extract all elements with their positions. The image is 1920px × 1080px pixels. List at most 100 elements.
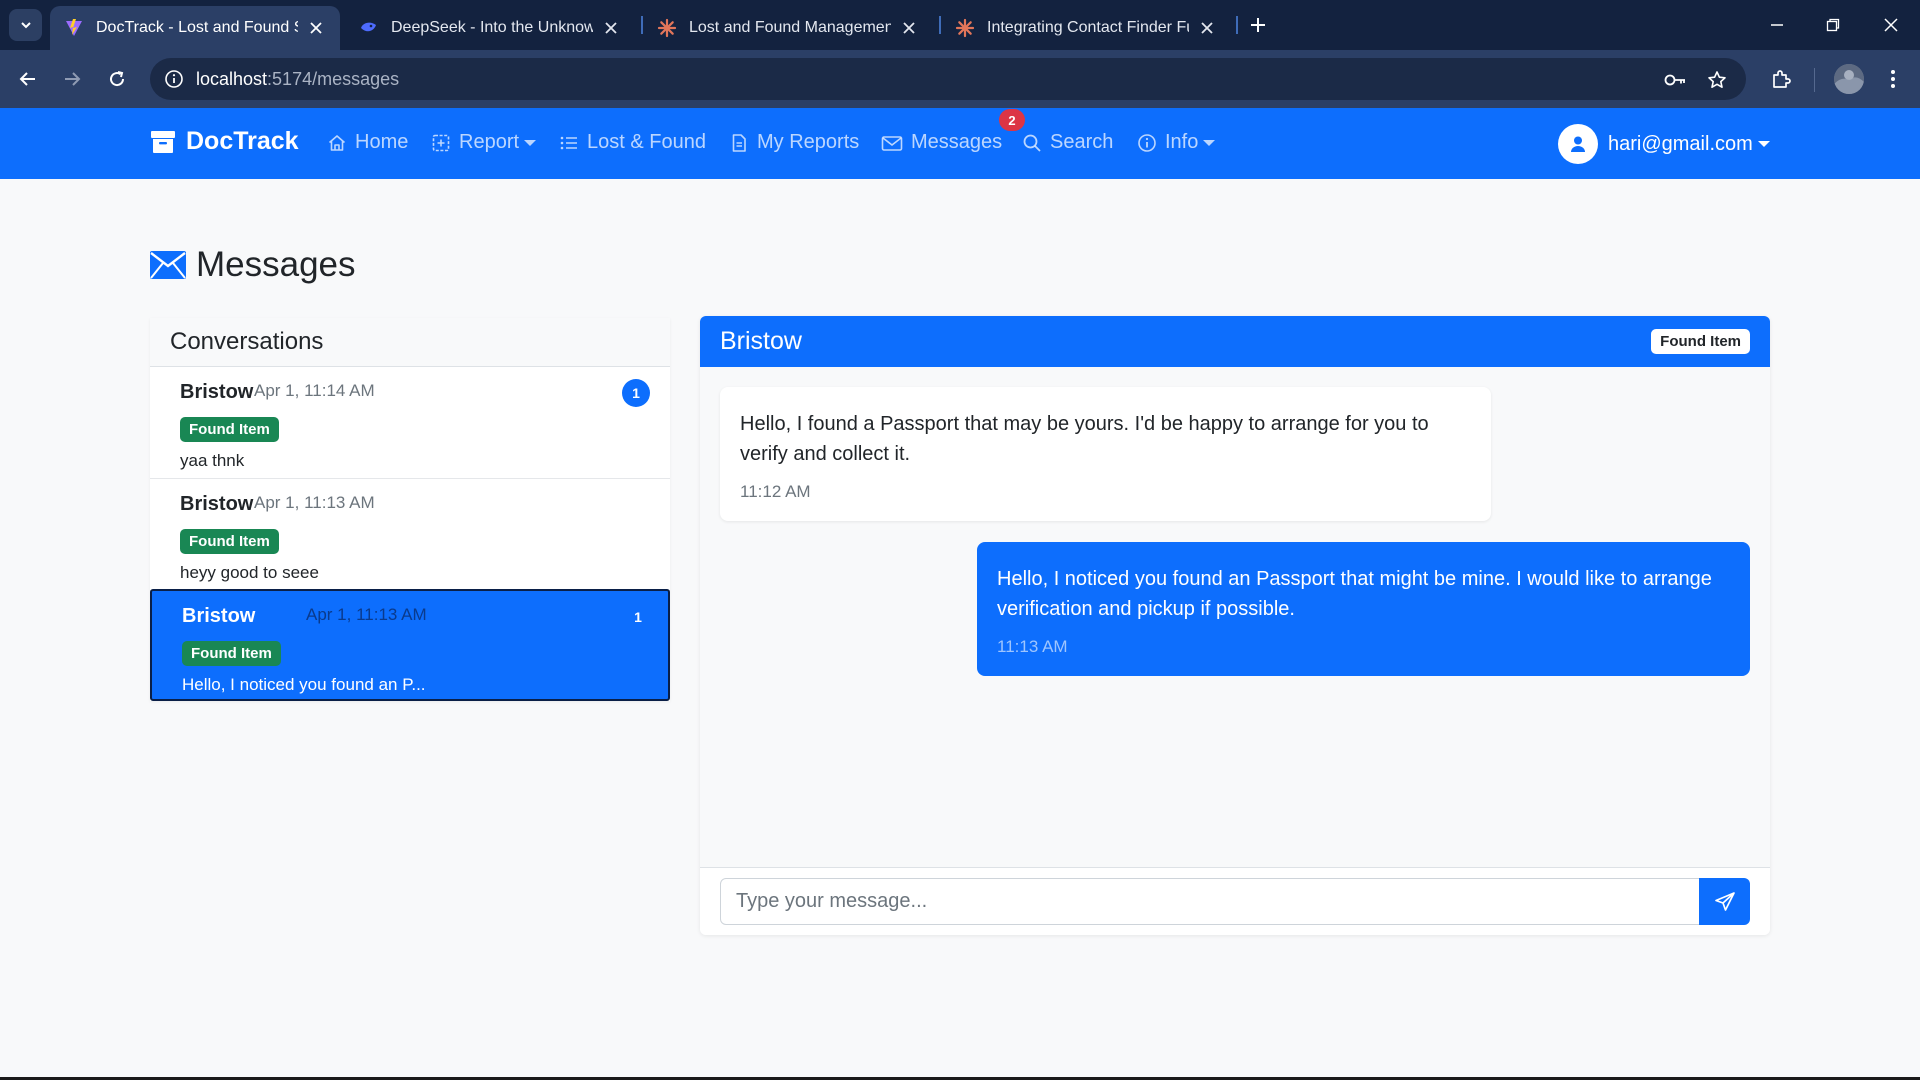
conversation-time: Apr 1, 11:14 AM xyxy=(254,381,375,400)
message-time: 11:13 AM xyxy=(997,637,1068,656)
item-type-badge: Found Item xyxy=(180,529,279,554)
key-icon xyxy=(1664,74,1685,86)
nav-search-label: Search xyxy=(1050,131,1114,153)
url-host: localhost xyxy=(196,69,268,89)
bookmark-button[interactable] xyxy=(1704,67,1730,93)
conversation-name: Bristow xyxy=(180,381,254,403)
conversation-item[interactable]: Bristow Apr 1, 11:14 AM 1 Found Item yaa… xyxy=(150,367,670,479)
conversation-preview: heyy good to seee xyxy=(180,563,319,582)
restore-button[interactable] xyxy=(1820,12,1846,38)
nav-search[interactable]: Search xyxy=(1022,131,1113,154)
chat-panel: Bristow Found Item Hello, I found a Pass… xyxy=(700,316,1770,935)
tab-title: DeepSeek - Into the Unknown xyxy=(391,19,593,36)
password-key-button[interactable] xyxy=(1662,67,1688,93)
back-button[interactable] xyxy=(14,65,42,93)
conversations-header: Conversations xyxy=(150,318,670,367)
tab-doctrack[interactable]: DocTrack - Lost and Found System xyxy=(50,6,340,50)
envelope-icon xyxy=(881,135,903,151)
plus-icon xyxy=(1251,18,1265,32)
nav-lost-found-label: Lost & Found xyxy=(587,131,706,153)
conversation-preview: Hello, I noticed you found an P... xyxy=(182,675,426,694)
nav-lost-found[interactable]: Lost & Found xyxy=(559,131,706,154)
info-circle-icon xyxy=(1138,133,1156,152)
minimize-icon xyxy=(1771,24,1783,26)
caret-down-icon xyxy=(524,139,537,146)
deepseek-favicon-icon xyxy=(361,22,376,32)
close-icon[interactable] xyxy=(306,18,326,38)
nav-report-label: Report xyxy=(459,131,520,153)
nav-my-reports[interactable]: My Reports xyxy=(729,131,859,154)
reload-button[interactable] xyxy=(103,65,131,93)
puzzle-icon xyxy=(1773,70,1791,88)
message-input[interactable] xyxy=(720,878,1700,925)
message-bubble-outgoing: Hello, I noticed you found an Passport t… xyxy=(977,542,1750,676)
nav-info-label: Info xyxy=(1165,131,1199,153)
close-icon xyxy=(1884,18,1898,32)
new-tab-button[interactable] xyxy=(1246,13,1270,37)
close-window-button[interactable] xyxy=(1878,12,1904,38)
conversation-time: Apr 1, 11:13 AM xyxy=(306,605,427,624)
tab-lost-found-management[interactable]: Lost and Found Management System xyxy=(643,6,933,50)
conversation-preview: yaa thnk xyxy=(180,451,245,470)
conversations-panel: Conversations Bristow Apr 1, 11:14 AM 1 … xyxy=(150,318,670,701)
address-bar[interactable]: localhost:5174/messages xyxy=(150,58,1746,100)
messages-count-badge: 2 xyxy=(999,109,1025,131)
nav-home[interactable]: Home xyxy=(327,131,408,154)
message-text: Hello, I noticed you found an Passport t… xyxy=(997,568,1712,620)
item-type-badge: Found Item xyxy=(1651,329,1750,354)
send-button[interactable] xyxy=(1699,878,1750,925)
tab-contact-finder[interactable]: Integrating Contact Finder Functionality xyxy=(941,6,1231,50)
conversation-name: Bristow xyxy=(182,605,256,627)
app-navbar: DocTrack Home Report Lost & Found My Rep… xyxy=(0,108,1920,179)
message-text: Hello, I found a Passport that may be yo… xyxy=(740,413,1429,465)
archive-box-icon xyxy=(151,130,175,153)
forward-button[interactable] xyxy=(58,65,86,93)
brand-link[interactable]: DocTrack xyxy=(150,127,299,156)
tab-title: Integrating Contact Finder Functionality xyxy=(987,19,1189,36)
caret-down-icon xyxy=(1757,141,1770,147)
more-vertical-icon xyxy=(1891,70,1895,88)
conversation-item[interactable]: Bristow Apr 1, 11:13 AM Found Item heyy … xyxy=(150,479,670,591)
conversation-time: Apr 1, 11:13 AM xyxy=(254,493,375,512)
conversation-item-selected[interactable]: Bristow Apr 1, 11:13 AM 1 Found Item Hel… xyxy=(150,589,670,701)
tab-deepseek[interactable]: DeepSeek - Into the Unknown xyxy=(345,6,635,50)
profile-avatar[interactable] xyxy=(1834,64,1864,94)
vite-favicon-icon xyxy=(66,19,82,36)
close-icon[interactable] xyxy=(1197,18,1217,38)
message-time: 11:12 AM xyxy=(740,482,811,501)
file-text-icon xyxy=(732,133,746,152)
claude-favicon-icon xyxy=(657,18,677,38)
url-path: :5174/messages xyxy=(267,69,400,89)
unread-count-badge: 1 xyxy=(622,379,650,407)
star-icon xyxy=(1708,71,1726,88)
avatar xyxy=(1558,124,1598,164)
house-icon xyxy=(328,134,346,151)
reload-icon xyxy=(110,71,125,87)
list-icon xyxy=(560,136,577,149)
nav-report-dropdown[interactable]: Report xyxy=(431,131,537,154)
nav-messages[interactable]: Messages xyxy=(881,131,1002,154)
nav-info-dropdown[interactable]: Info xyxy=(1137,131,1216,154)
tab-separator xyxy=(1236,16,1238,34)
close-icon[interactable] xyxy=(601,18,621,38)
chat-header: Bristow Found Item xyxy=(700,316,1770,367)
tab-title: Lost and Found Management System xyxy=(689,19,891,36)
user-menu-dropdown[interactable]: hari@gmail.com xyxy=(1558,124,1770,164)
minimize-button[interactable] xyxy=(1764,12,1790,38)
tab-search-button[interactable] xyxy=(9,9,42,41)
brand-name: DocTrack xyxy=(186,127,299,155)
claude-favicon-icon xyxy=(955,18,975,38)
browser-menu-button[interactable] xyxy=(1879,65,1907,93)
close-icon[interactable] xyxy=(899,18,919,38)
restore-icon xyxy=(1826,18,1840,32)
tab-title: DocTrack - Lost and Found System xyxy=(96,19,298,36)
browser-toolbar: localhost:5174/messages xyxy=(0,50,1920,108)
chat-contact-name: Bristow xyxy=(720,327,802,355)
site-info-button[interactable] xyxy=(160,65,188,93)
arrow-left-icon xyxy=(19,72,35,86)
message-composer xyxy=(700,867,1770,935)
info-circle-icon xyxy=(165,70,183,88)
search-icon xyxy=(1023,134,1041,152)
caret-down-icon xyxy=(1203,139,1216,146)
extensions-button[interactable] xyxy=(1767,65,1795,93)
